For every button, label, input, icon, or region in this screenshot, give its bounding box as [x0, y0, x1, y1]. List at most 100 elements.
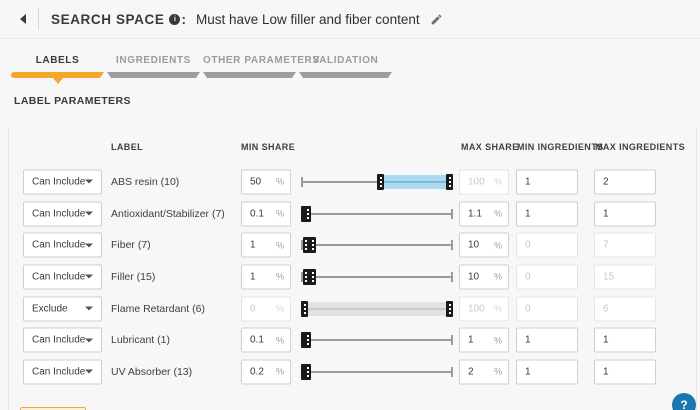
max-ingredients-input[interactable] [595, 208, 649, 219]
min-ingredients-input[interactable] [517, 303, 571, 314]
include-mode-dropdown[interactable]: Can Include [23, 328, 102, 353]
tab-underline [299, 72, 392, 78]
tab-labels[interactable]: LABELS [11, 53, 104, 78]
tab-label: VALIDATION [299, 53, 392, 69]
table-row: Can Include Lubricant (1) % % [9, 324, 696, 356]
slider-max-handle[interactable] [309, 237, 316, 253]
grip-dots-icon [304, 304, 306, 314]
slider-min-handle[interactable] [377, 174, 384, 190]
min-share-input[interactable] [242, 208, 276, 219]
grip-dots-icon [307, 209, 309, 219]
max-share-input[interactable] [460, 366, 494, 377]
percent-suffix: % [494, 177, 502, 187]
max-ingredients-input[interactable] [595, 176, 649, 187]
grip-dots-icon [305, 272, 307, 282]
slider-max-handle[interactable] [304, 206, 311, 222]
slider-min-handle[interactable] [301, 301, 308, 317]
include-mode-dropdown[interactable]: Can Include [23, 169, 102, 194]
min-share-field: % [241, 201, 291, 226]
min-share-input[interactable] [242, 176, 276, 187]
min-ingredients-field [516, 359, 578, 384]
share-range-slider[interactable] [301, 300, 453, 318]
slider-left-endcap [301, 177, 303, 187]
min-share-input[interactable] [242, 271, 276, 282]
grip-dots-icon [449, 304, 451, 314]
share-range-slider[interactable] [301, 173, 453, 191]
table-row: Can Include ABS resin (10) % % [9, 166, 696, 198]
max-ingredients-input[interactable] [595, 271, 649, 282]
max-share-input[interactable] [460, 240, 494, 251]
min-share-input[interactable] [242, 366, 276, 377]
min-ingredients-field [516, 201, 578, 226]
percent-suffix: % [494, 209, 502, 219]
slider-max-handle[interactable] [446, 174, 453, 190]
slider-max-handle[interactable] [309, 269, 316, 285]
info-icon[interactable]: i [169, 14, 180, 25]
percent-suffix: % [276, 335, 284, 345]
min-share-input[interactable] [242, 335, 276, 346]
include-mode-dropdown[interactable]: Can Include [23, 233, 102, 258]
tab-ingredients[interactable]: INGREDIENTS [107, 53, 200, 78]
max-ingredients-input[interactable] [595, 335, 649, 346]
min-share-field: % [241, 233, 291, 258]
section-title: LABEL PARAMETERS [14, 95, 131, 107]
include-mode-value: Can Include [32, 208, 85, 219]
back-button[interactable] [10, 6, 36, 32]
include-mode-value: Can Include [32, 271, 85, 282]
min-share-input[interactable] [242, 240, 276, 251]
grip-dots-icon [307, 335, 309, 345]
min-share-input[interactable] [242, 303, 276, 314]
help-button[interactable]: ? [672, 393, 696, 410]
tab-other-parameters[interactable]: OTHER PARAMETERS [203, 53, 296, 78]
min-ingredients-input[interactable] [517, 366, 571, 377]
search-space-name: Must have Low filler and fiber content [196, 12, 420, 27]
share-range-slider[interactable] [301, 363, 453, 381]
table-row: Can Include Antioxidant/Stabilizer (7) %… [9, 198, 696, 230]
slider-track [301, 213, 453, 215]
grip-dots-icon [305, 240, 307, 250]
max-ingredients-input[interactable] [595, 366, 649, 377]
include-mode-dropdown[interactable]: Can Include [23, 201, 102, 226]
slider-max-handle[interactable] [446, 301, 453, 317]
percent-suffix: % [494, 335, 502, 345]
max-share-field: % [459, 359, 509, 384]
edit-name-button[interactable] [430, 13, 443, 26]
min-ingredients-input[interactable] [517, 335, 571, 346]
min-ingredients-input[interactable] [517, 176, 571, 187]
min-ingredients-field [516, 169, 578, 194]
slider-range-fill [301, 302, 453, 316]
table-row: Exclude Flame Retardant (6) % % [9, 293, 696, 325]
max-share-input[interactable] [460, 176, 494, 187]
include-mode-dropdown[interactable]: Can Include [23, 264, 102, 289]
share-range-slider[interactable] [301, 331, 453, 349]
slider-max-handle[interactable] [304, 364, 311, 380]
slider-track [301, 339, 453, 341]
max-share-input[interactable] [460, 303, 494, 314]
share-range-slider[interactable] [301, 268, 453, 286]
max-ingredients-input[interactable] [595, 240, 649, 251]
grip-dots-icon [380, 177, 382, 187]
share-range-slider[interactable] [301, 205, 453, 223]
percent-suffix: % [276, 272, 284, 282]
max-ingredients-input[interactable] [595, 303, 649, 314]
include-mode-value: Can Include [32, 366, 85, 377]
include-mode-dropdown[interactable]: Exclude [23, 296, 102, 321]
tab-validation[interactable]: VALIDATION [299, 53, 392, 78]
share-range-slider[interactable] [301, 236, 453, 254]
label-name: Antioxidant/Stabilizer (7) [111, 208, 225, 220]
max-ingredients-field [594, 169, 656, 194]
max-ingredients-field [594, 201, 656, 226]
slider-max-handle[interactable] [304, 332, 311, 348]
label-name: Filler (15) [111, 271, 155, 283]
percent-suffix: % [276, 304, 284, 314]
slider-track [301, 276, 453, 278]
label-name: UV Absorber (13) [111, 366, 192, 378]
max-share-input[interactable] [460, 208, 494, 219]
percent-suffix: % [494, 304, 502, 314]
include-mode-dropdown[interactable]: Can Include [23, 359, 102, 384]
min-ingredients-input[interactable] [517, 240, 571, 251]
max-share-input[interactable] [460, 335, 494, 346]
min-ingredients-input[interactable] [517, 271, 571, 282]
min-ingredients-input[interactable] [517, 208, 571, 219]
max-share-input[interactable] [460, 271, 494, 282]
